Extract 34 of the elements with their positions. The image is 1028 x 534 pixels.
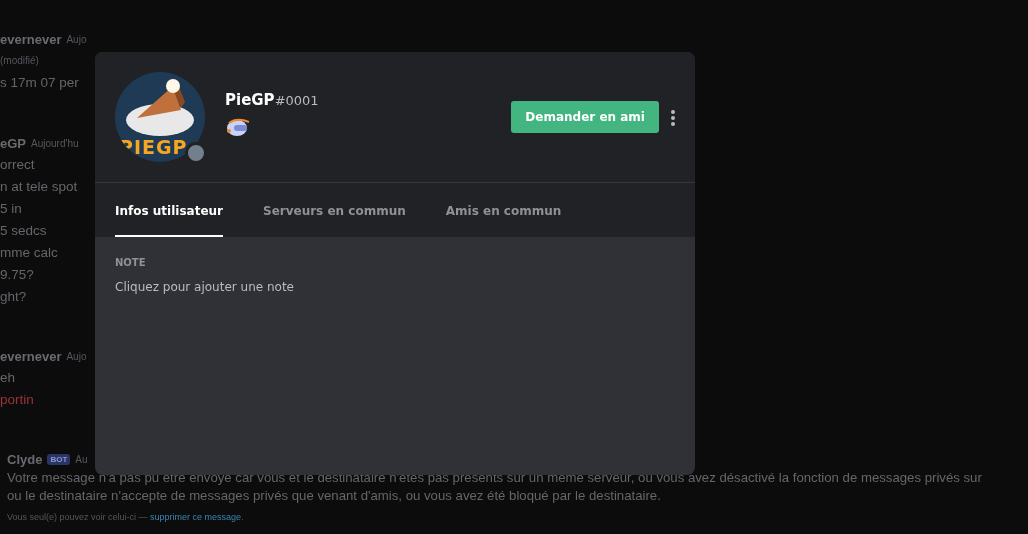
- timestamp: Aujourd'hu: [31, 137, 79, 149]
- bot-tag: BOT: [47, 453, 71, 465]
- author-name[interactable]: eGP: [0, 135, 26, 151]
- message-text: portin: [0, 391, 34, 409]
- ephemeral-note: Vous seul(e) pouvez voir celui-ci — supprimer ce message.: [7, 512, 244, 522]
- delete-message-link[interactable]: supprimer ce message: [150, 512, 242, 522]
- profile-tab[interactable]: Infos utilisateur: [115, 183, 223, 237]
- edited-label: (modifié): [0, 54, 39, 68]
- note-field[interactable]: Cliquez pour ajouter une note: [115, 280, 415, 294]
- message-text: ou le destinataire n'accepte de messages privés que venant d'amis, ou vous avez été bloqué par le destinataire.: [7, 487, 661, 505]
- message-text: mme calc: [0, 244, 58, 262]
- add-friend-button[interactable]: Demander en ami: [511, 101, 659, 133]
- message-text: s 17m 07 per: [0, 74, 79, 92]
- message-text: eh: [0, 369, 16, 387]
- note-heading: NOTE: [115, 257, 147, 268]
- author-name[interactable]: evernever: [0, 348, 62, 364]
- discriminator: #0001: [274, 93, 319, 108]
- timestamp: Aujo: [66, 350, 87, 362]
- profile-tab[interactable]: Amis en commun: [445, 183, 562, 237]
- message-text: 5 sedcs: [0, 222, 47, 240]
- message-text: n at tele spot: [0, 178, 78, 196]
- message-text: 9.75?: [0, 266, 34, 284]
- timestamp: Au: [75, 453, 88, 465]
- more-options-icon[interactable]: [671, 110, 675, 126]
- profile-tab[interactable]: Serveurs en commun: [263, 183, 406, 237]
- message-text: orrect: [0, 156, 35, 174]
- author-name[interactable]: Clyde: [7, 451, 43, 467]
- pie-slice-drawing: [126, 79, 194, 136]
- message-text: 5 in: [0, 200, 22, 218]
- author-name[interactable]: evernever: [0, 31, 62, 47]
- message-text: ght?: [0, 288, 27, 306]
- timestamp: Aujo: [66, 33, 87, 45]
- robot-badge-icon: [225, 117, 251, 137]
- username: PieGP: [225, 91, 275, 109]
